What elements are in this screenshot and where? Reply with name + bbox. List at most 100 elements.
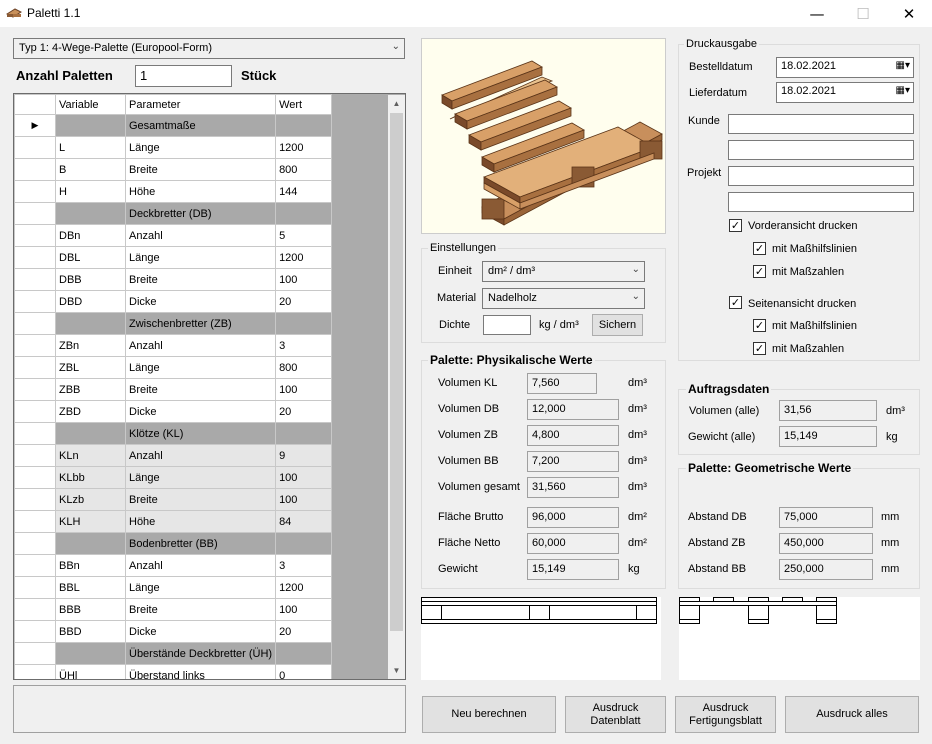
save-density-button[interactable]: Sichern	[592, 314, 643, 336]
cell-value[interactable]: 800	[275, 158, 333, 181]
row-header[interactable]: ▶	[14, 114, 56, 137]
table-row[interactable]: H Höhe 144	[14, 180, 333, 203]
row-header[interactable]	[14, 136, 56, 159]
cell-value[interactable]: 20	[275, 620, 333, 643]
cell-value[interactable]: 9	[275, 444, 333, 467]
row-header[interactable]	[14, 158, 56, 181]
cell-value[interactable]: 1200	[275, 136, 333, 159]
customer-input-2[interactable]	[728, 140, 914, 160]
customer-input-1[interactable]	[728, 114, 914, 134]
cell-value[interactable]	[275, 422, 333, 445]
row-header[interactable]	[14, 180, 56, 203]
table-row[interactable]: BBL Länge 1200	[14, 576, 333, 599]
row-header[interactable]	[14, 334, 56, 357]
table-row[interactable]: DBD Dicke 20	[14, 290, 333, 313]
section-row[interactable]: Bodenbretter (BB)	[14, 532, 333, 555]
scroll-up-icon[interactable]: ▲	[388, 95, 405, 112]
row-header[interactable]	[14, 400, 56, 423]
cell-value[interactable]: 20	[275, 400, 333, 423]
column-header-variable[interactable]: Variable	[55, 94, 126, 115]
table-row[interactable]: KLzb Breite 100	[14, 488, 333, 511]
row-header[interactable]	[14, 620, 56, 643]
cell-value[interactable]	[275, 642, 333, 665]
scroll-thumb[interactable]	[390, 113, 403, 631]
row-header[interactable]	[14, 444, 56, 467]
table-row[interactable]: ZBB Breite 100	[14, 378, 333, 401]
cell-value[interactable]: 1200	[275, 246, 333, 269]
count-input[interactable]: 1	[135, 65, 232, 87]
scroll-down-icon[interactable]: ▼	[388, 662, 405, 679]
order-date-picker[interactable]: 18.02.2021 ▦▾	[776, 57, 914, 78]
row-header[interactable]	[14, 290, 56, 313]
pallet-type-select[interactable]: Typ 1: 4-Wege-Palette (Europool-Form) ⌄	[13, 38, 405, 59]
project-input-1[interactable]	[728, 166, 914, 186]
section-row[interactable]: Überstände Deckbretter (ÜH)	[14, 642, 333, 665]
side-dim-numbers-checkbox[interactable]: ✓	[753, 342, 766, 355]
table-row[interactable]: ZBL Länge 800	[14, 356, 333, 379]
grid-scrollbar[interactable]: ▲ ▼	[388, 95, 405, 679]
row-header[interactable]	[14, 488, 56, 511]
row-header[interactable]	[14, 554, 56, 577]
table-row[interactable]: DBn Anzahl 5	[14, 224, 333, 247]
front-dim-numbers-checkbox[interactable]: ✓	[753, 265, 766, 278]
row-header[interactable]	[14, 422, 56, 445]
table-row[interactable]: BBB Breite 100	[14, 598, 333, 621]
row-header[interactable]	[14, 202, 56, 225]
front-dim-lines-checkbox[interactable]: ✓	[753, 242, 766, 255]
side-dim-lines-checkbox[interactable]: ✓	[753, 319, 766, 332]
table-row[interactable]: BBn Anzahl 3	[14, 554, 333, 577]
row-header[interactable]	[14, 576, 56, 599]
row-header[interactable]	[14, 510, 56, 533]
cell-value[interactable]: 1200	[275, 576, 333, 599]
cell-value[interactable]: 0	[275, 664, 333, 679]
column-header-parameter[interactable]: Parameter	[124, 94, 277, 115]
row-header[interactable]	[14, 246, 56, 269]
table-row[interactable]: KLn Anzahl 9	[14, 444, 333, 467]
cell-value[interactable]: 100	[275, 378, 333, 401]
section-row[interactable]: Deckbretter (DB)	[14, 202, 333, 225]
table-row[interactable]: ZBn Anzahl 3	[14, 334, 333, 357]
row-header[interactable]	[14, 642, 56, 665]
row-header[interactable]	[14, 664, 56, 679]
cell-value[interactable]: 100	[275, 598, 333, 621]
calendar-icon[interactable]: ▦▾	[896, 85, 910, 96]
row-header[interactable]	[14, 356, 56, 379]
row-header[interactable]	[14, 268, 56, 291]
column-header-value[interactable]: Wert	[275, 94, 333, 115]
row-header[interactable]	[14, 378, 56, 401]
cell-value[interactable]: 3	[275, 334, 333, 357]
table-row[interactable]: DBB Breite 100	[14, 268, 333, 291]
recalculate-button[interactable]: Neu berechnen	[422, 696, 556, 733]
parameter-grid[interactable]: Variable Parameter Wert ▶ Gesamtmaße L Läng…	[13, 93, 406, 680]
table-row[interactable]: BBD Dicke 20	[14, 620, 333, 643]
row-header[interactable]	[14, 532, 56, 555]
side-view-checkbox[interactable]: ✓	[729, 296, 742, 309]
cell-value[interactable]	[275, 202, 333, 225]
close-button[interactable]: ✕	[886, 0, 932, 27]
row-header[interactable]	[14, 598, 56, 621]
cell-value[interactable]: 20	[275, 290, 333, 313]
cell-value[interactable]: 100	[275, 488, 333, 511]
section-row[interactable]: ▶ Gesamtmaße	[14, 114, 333, 137]
table-row[interactable]: KLbb Länge 100	[14, 466, 333, 489]
front-view-checkbox[interactable]: ✓	[729, 219, 742, 232]
section-row[interactable]: Zwischenbretter (ZB)	[14, 312, 333, 335]
density-input[interactable]	[483, 315, 531, 335]
cell-value[interactable]: 800	[275, 356, 333, 379]
minimize-button[interactable]: —	[794, 0, 840, 27]
maximize-button[interactable]: ☐	[840, 0, 886, 27]
cell-value[interactable]: 5	[275, 224, 333, 247]
cell-value[interactable]: 3	[275, 554, 333, 577]
cell-value[interactable]: 144	[275, 180, 333, 203]
unit-select[interactable]: dm² / dm³ ⌄	[482, 261, 645, 282]
section-row[interactable]: Klötze (KL)	[14, 422, 333, 445]
cell-value[interactable]: 84	[275, 510, 333, 533]
cell-value[interactable]	[275, 114, 333, 137]
cell-value[interactable]	[275, 532, 333, 555]
calendar-icon[interactable]: ▦▾	[896, 60, 910, 71]
row-header[interactable]	[14, 466, 56, 489]
table-row[interactable]: L Länge 1200	[14, 136, 333, 159]
cell-value[interactable]	[275, 312, 333, 335]
table-row[interactable]: KLH Höhe 84	[14, 510, 333, 533]
table-row[interactable]: ZBD Dicke 20	[14, 400, 333, 423]
